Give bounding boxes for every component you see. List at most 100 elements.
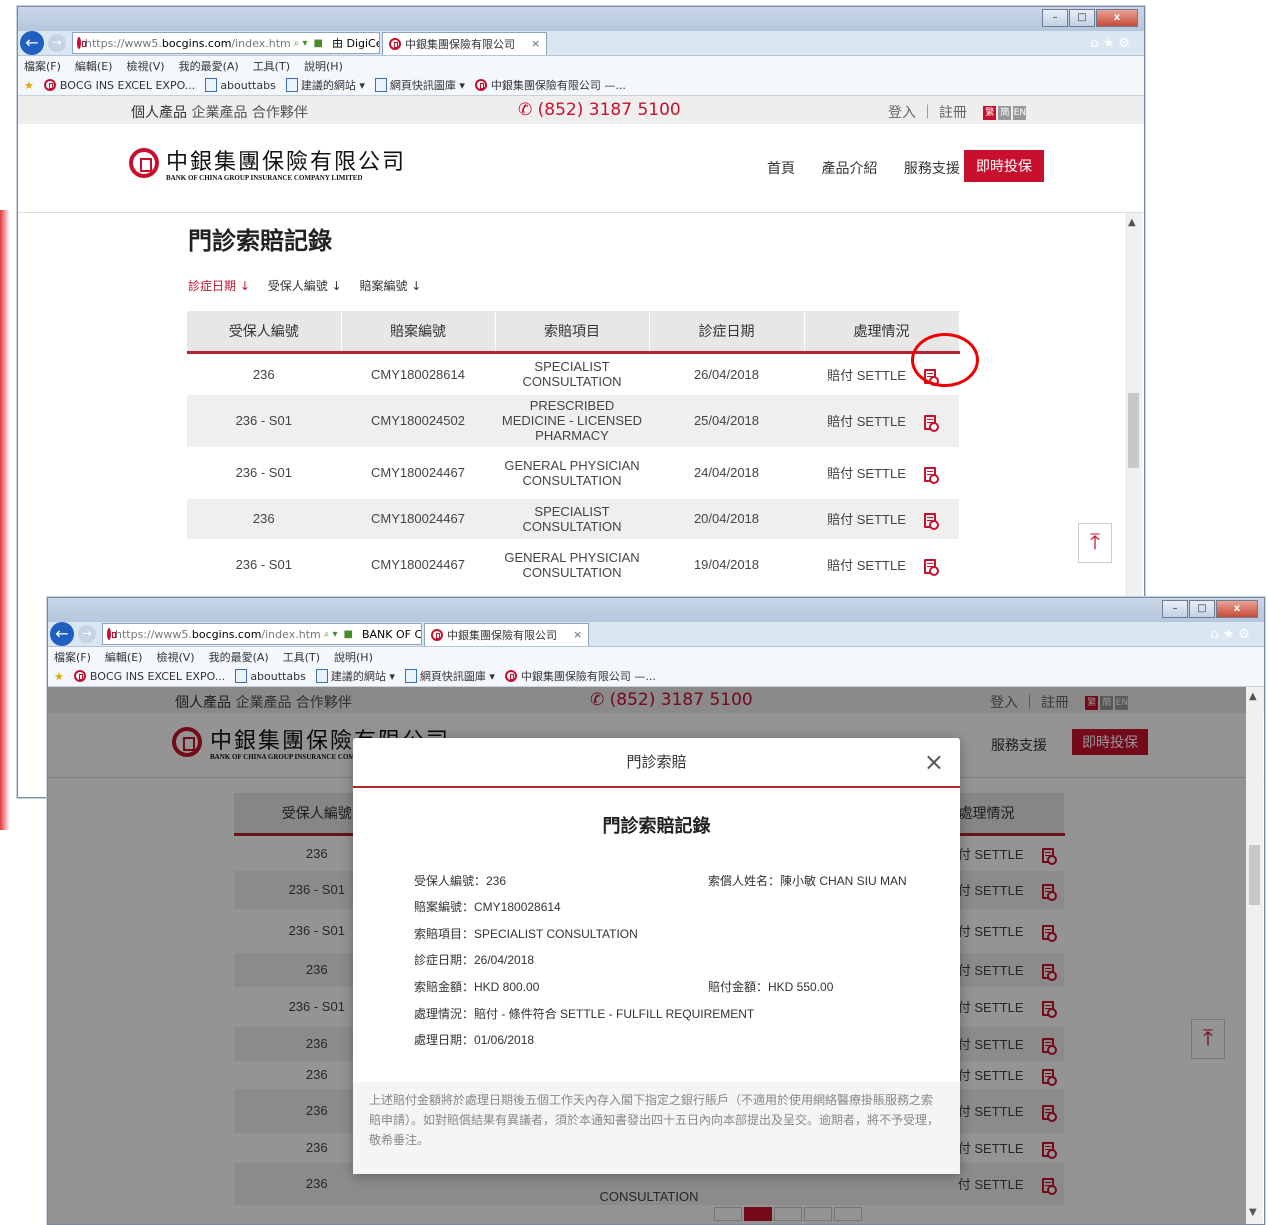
- menu-help[interactable]: 說明(H): [304, 58, 343, 74]
- menu-edit[interactable]: 編輯(E): [105, 649, 143, 665]
- title-bar: – □ x: [18, 7, 1144, 31]
- menu-tools[interactable]: 工具(T): [283, 649, 320, 665]
- fav-item-3[interactable]: 建議的網站 ▾: [315, 668, 395, 684]
- scroll-up-icon[interactable]: ▲: [1249, 691, 1257, 702]
- certificate-label[interactable]: 由 DigiCert 識別: [332, 35, 379, 51]
- close-tab-icon[interactable]: ×: [531, 37, 540, 50]
- favorites-star-icon[interactable]: ★: [24, 79, 34, 92]
- menu-file[interactable]: 檔案(F): [24, 58, 61, 74]
- fav-item-5[interactable]: 中銀集團保險有限公司 —...: [474, 77, 626, 93]
- table-row[interactable]: 236 - S01 CMY180024467 GENERAL PHYSICIAN…: [187, 538, 959, 591]
- fav-item-4[interactable]: 網頁快訊圖庫 ▾: [404, 668, 495, 684]
- menu-view[interactable]: 檢視(V): [156, 649, 194, 665]
- scroll-thumb[interactable]: [1249, 845, 1260, 905]
- minimize-button[interactable]: –: [1042, 9, 1068, 27]
- menu-help[interactable]: 說明(H): [334, 649, 373, 665]
- title-bar: – □ x: [48, 598, 1264, 622]
- sort-visit-date[interactable]: 診症日期 ↓: [188, 279, 250, 293]
- view-details-icon[interactable]: [923, 559, 939, 577]
- menu-view[interactable]: 檢視(V): [126, 58, 164, 74]
- category-partners[interactable]: 合作夥伴: [252, 105, 308, 121]
- buy-now-button[interactable]: 即時投保: [964, 150, 1044, 182]
- cell-visit-date: 19/04/2018: [649, 538, 804, 591]
- back-arrow-icon[interactable]: ←: [50, 622, 74, 646]
- close-button[interactable]: x: [1096, 9, 1138, 27]
- main-content: 門診索賠記錄 診症日期 ↓ 受保人編號 ↓ 賠案編號 ↓ 受保人編號 賠案編號 …: [18, 213, 1144, 613]
- cell-claim-item: GENERAL PHYSICIAN CONSULTATION: [495, 446, 649, 499]
- address-bar[interactable]: https://www5. bocgins.com/index.htm ⌕ ▾ ■…: [102, 623, 422, 645]
- back-to-top-button[interactable]: ⤒: [1078, 523, 1112, 563]
- fav-item-3[interactable]: 建議的網站 ▾: [285, 77, 365, 93]
- register-link[interactable]: 註冊: [939, 105, 967, 121]
- browser-tab[interactable]: 中銀集團保險有限公司 ×: [424, 622, 590, 646]
- boc-logo-icon[interactable]: [129, 148, 159, 178]
- category-personal[interactable]: 個人產品: [131, 105, 187, 121]
- fav-item-4[interactable]: 網頁快訊圖庫 ▾: [374, 77, 465, 93]
- menu-favorites[interactable]: 我的最愛(A): [209, 649, 269, 665]
- table-row[interactable]: 236 - S01 CMY180024467 GENERAL PHYSICIAN…: [187, 446, 959, 499]
- lang-simplified[interactable]: 簡: [998, 106, 1012, 120]
- status-text: 賠付 SETTLE: [827, 367, 906, 383]
- status-text: 賠付 SETTLE: [827, 465, 906, 481]
- home-star-gear-icons[interactable]: ⌂★⚙: [1090, 36, 1134, 51]
- address-bar[interactable]: https://www5. bocgins.com/index.htm ⌕ ▾ ■…: [72, 32, 380, 54]
- menu-favorites[interactable]: 我的最愛(A): [179, 58, 239, 74]
- cell-claim-item: SPECIALIST CONSULTATION: [495, 498, 649, 539]
- annotation-red-circle: [911, 333, 979, 387]
- forward-arrow-icon[interactable]: →: [78, 625, 96, 643]
- scroll-down-icon[interactable]: ▼: [1249, 1207, 1257, 1218]
- favorites-star-icon[interactable]: ★: [54, 670, 64, 683]
- forward-arrow-icon[interactable]: →: [48, 34, 66, 52]
- nav-support[interactable]: 服務支援: [904, 161, 960, 177]
- close-icon[interactable]: ×: [924, 738, 944, 786]
- sort-claim-no[interactable]: 賠案編號 ↓: [359, 279, 421, 293]
- menu-tools[interactable]: 工具(T): [253, 58, 290, 74]
- login-link[interactable]: 登入: [888, 105, 916, 121]
- maximize-button[interactable]: □: [1189, 600, 1215, 618]
- favorites-bar: ★ BOCG INS EXCEL EXPO... abouttabs 建議的網站…: [48, 666, 1264, 687]
- nav-products[interactable]: 產品介紹: [821, 161, 877, 177]
- menu-file[interactable]: 檔案(F): [54, 649, 91, 665]
- search-icon[interactable]: ⌕ ▾: [324, 629, 338, 640]
- fav-item-2[interactable]: abouttabs: [235, 669, 306, 683]
- vertical-scrollbar[interactable]: ▲ ▼: [1246, 687, 1263, 1224]
- fav-item-2[interactable]: abouttabs: [205, 78, 276, 92]
- browser-tab[interactable]: 中銀集團保險有限公司 ×: [382, 31, 548, 55]
- minimize-button[interactable]: –: [1162, 600, 1188, 618]
- scroll-up-icon[interactable]: ▲: [1128, 217, 1136, 228]
- favorites-bar: ★ BOCG INS EXCEL EXPO... abouttabs 建議的網站…: [18, 75, 1144, 96]
- back-arrow-icon[interactable]: ←: [20, 31, 44, 55]
- view-details-icon[interactable]: [923, 513, 939, 531]
- home-star-gear-icons[interactable]: ⌂★⚙: [1210, 627, 1254, 642]
- cell-claim-no: CMY180024502: [341, 394, 495, 447]
- fav-item-5[interactable]: 中銀集團保險有限公司 —...: [504, 668, 656, 684]
- cell-visit-date: 25/04/2018: [649, 394, 804, 447]
- fav-item-1[interactable]: BOCG INS EXCEL EXPO...: [73, 670, 225, 683]
- menu-edit[interactable]: 編輯(E): [75, 58, 113, 74]
- cell-visit-date: 26/04/2018: [649, 352, 804, 395]
- sort-insured-no[interactable]: 受保人編號 ↓: [268, 279, 342, 293]
- nav-home[interactable]: 首頁: [767, 161, 795, 177]
- cell-claim-no: CMY180024467: [341, 498, 495, 539]
- scroll-thumb[interactable]: [1128, 393, 1139, 468]
- table-row[interactable]: 236 CMY180028614 SPECIALIST CONSULTATION…: [187, 352, 959, 395]
- browser-window-2: – □ x ← → https://www5. bocgins.com/index…: [47, 597, 1265, 1225]
- view-details-icon[interactable]: [923, 467, 939, 485]
- vertical-scrollbar[interactable]: ▲: [1125, 213, 1142, 613]
- view-details-icon[interactable]: [923, 415, 939, 433]
- table-row[interactable]: 236 - S01 CMY180024502 PRESCRIBED MEDICI…: [187, 394, 959, 447]
- lang-traditional[interactable]: 繁: [983, 106, 997, 120]
- search-icon[interactable]: ⌕ ▾: [294, 38, 308, 49]
- menu-bar: 檔案(F) 編輯(E) 檢視(V) 我的最愛(A) 工具(T) 說明(H): [48, 647, 1264, 666]
- close-tab-icon[interactable]: ×: [573, 628, 582, 641]
- fav-item-1[interactable]: BOCG INS EXCEL EXPO...: [43, 79, 195, 92]
- lang-english[interactable]: EN: [1013, 106, 1027, 120]
- maximize-button[interactable]: □: [1069, 9, 1095, 27]
- field-paid-amount: 賠付金額：HKD 550.00: [708, 980, 834, 994]
- phone-number: ✆ (852) 3187 5100: [518, 100, 681, 120]
- close-button[interactable]: x: [1216, 600, 1258, 618]
- certificate-label[interactable]: BANK OF CHI...: [362, 628, 421, 641]
- category-corporate[interactable]: 企業產品: [191, 105, 247, 121]
- field-claim-no: 賠案編號：CMY180028614: [414, 900, 561, 914]
- table-row[interactable]: 236 CMY180024467 SPECIALIST CONSULTATION…: [187, 498, 959, 539]
